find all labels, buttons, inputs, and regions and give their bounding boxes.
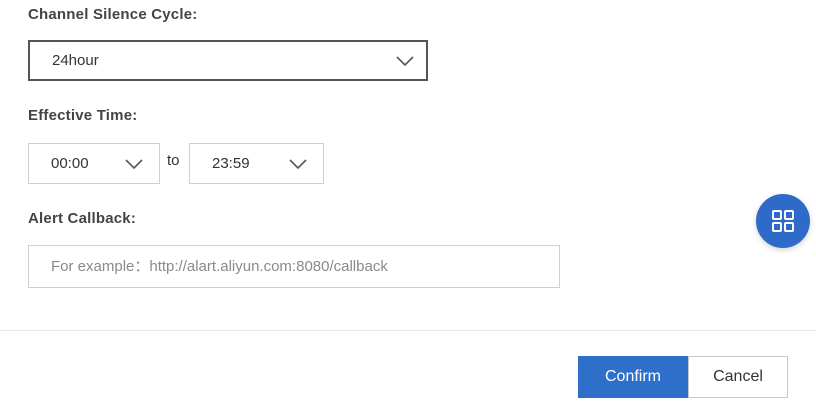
- start-time-value: 00:00: [51, 155, 89, 172]
- end-time-select[interactable]: 23:59: [189, 143, 324, 184]
- silence-cycle-select[interactable]: 24hour: [28, 40, 428, 81]
- channel-silence-cycle-label: Channel Silence Cycle:: [28, 6, 198, 23]
- start-time-select[interactable]: 00:00: [28, 143, 160, 184]
- alert-callback-label: Alert Callback:: [28, 210, 137, 227]
- chevron-down-icon: [289, 158, 307, 169]
- floating-menu-button[interactable]: [756, 194, 810, 248]
- grid-icon: [772, 210, 794, 232]
- chevron-down-icon: [396, 55, 414, 66]
- end-time-value: 23:59: [212, 155, 250, 172]
- confirm-button[interactable]: Confirm: [578, 356, 688, 398]
- cancel-button[interactable]: Cancel: [688, 356, 788, 398]
- effective-time-label: Effective Time:: [28, 107, 138, 124]
- silence-cycle-value: 24hour: [52, 52, 99, 69]
- time-range-separator: to: [167, 152, 180, 169]
- alert-callback-input[interactable]: [28, 245, 560, 288]
- chevron-down-icon: [125, 158, 143, 169]
